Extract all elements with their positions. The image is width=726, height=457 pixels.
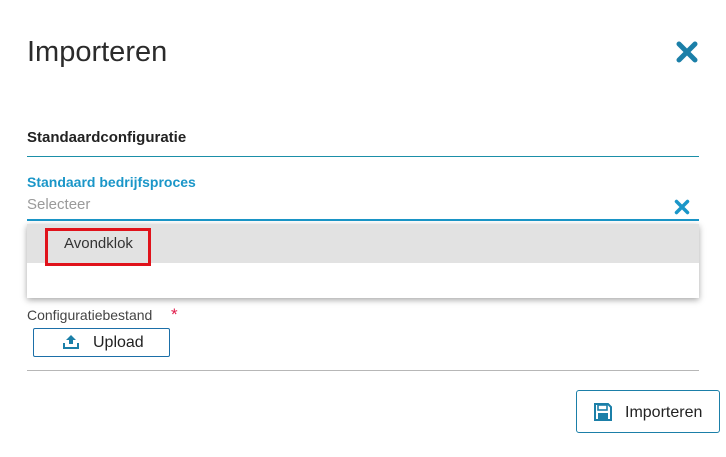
section-divider — [27, 156, 699, 157]
dialog-title: Importeren — [27, 36, 168, 68]
upload-button-label: Upload — [93, 334, 144, 351]
select-placeholder: Selecteer — [27, 196, 91, 213]
section-title: Standaardconfiguratie — [27, 129, 187, 146]
import-button-label: Importeren — [625, 404, 703, 421]
close-button[interactable] — [676, 41, 698, 63]
clear-selection-button[interactable] — [674, 199, 690, 215]
import-button[interactable]: Importeren — [576, 390, 720, 433]
process-dropdown-menu: Avondklok — [27, 224, 699, 298]
clear-icon — [674, 199, 690, 215]
process-select[interactable]: Selecteer — [27, 194, 699, 221]
close-icon — [676, 41, 698, 63]
footer-divider — [27, 370, 699, 371]
config-file-label: Configuratiebestand — [27, 307, 153, 323]
process-field-label: Standaard bedrijfsproces — [27, 174, 196, 190]
save-icon — [594, 403, 612, 421]
highlight-annotation — [45, 228, 151, 266]
required-mark: * — [171, 305, 178, 324]
upload-button[interactable]: Upload — [33, 328, 170, 357]
upload-icon — [63, 335, 79, 349]
